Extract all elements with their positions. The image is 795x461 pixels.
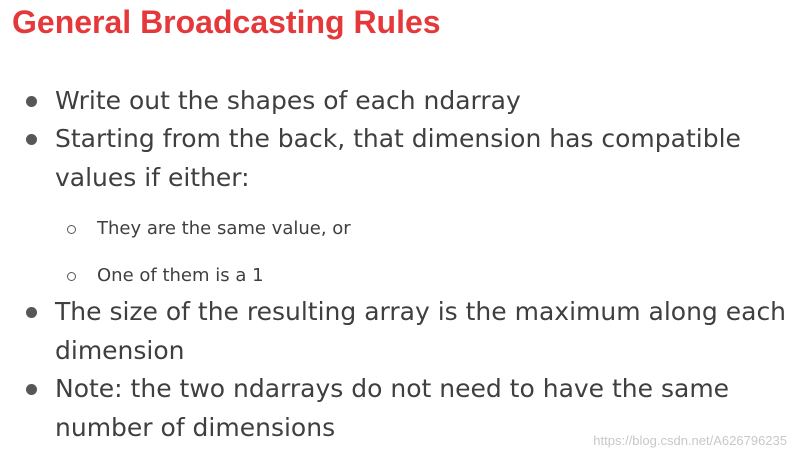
subbullet-text-same-value: They are the same value, or: [97, 218, 351, 239]
bullet-text-size-line1: The size of the resulting array is the m…: [55, 297, 787, 326]
bullet-text-compatible-line2: values if either:: [55, 163, 250, 192]
subbullet-circle: [67, 225, 76, 234]
bullet-dot: [26, 134, 37, 145]
bullet-dot: [26, 307, 37, 318]
slide-title: General Broadcasting Rules: [12, 4, 441, 40]
bullet-text-shapes: Write out the shapes of each ndarray: [55, 86, 521, 115]
bullet-text-compatible-line1: Starting from the back, that dimension h…: [55, 124, 741, 153]
bullet-dot: [26, 384, 37, 395]
bullet-dot: [26, 96, 37, 107]
subbullet-circle: [67, 272, 76, 281]
subbullet-text-one: One of them is a 1: [97, 265, 264, 286]
bullet-text-size-line2: dimension: [55, 336, 185, 365]
bullet-text-note-line2: number of dimensions: [55, 413, 336, 442]
bullet-text-note-line1: Note: the two ndarrays do not need to ha…: [55, 374, 730, 403]
watermark-url: https://blog.csdn.net/A626796235: [593, 433, 787, 448]
